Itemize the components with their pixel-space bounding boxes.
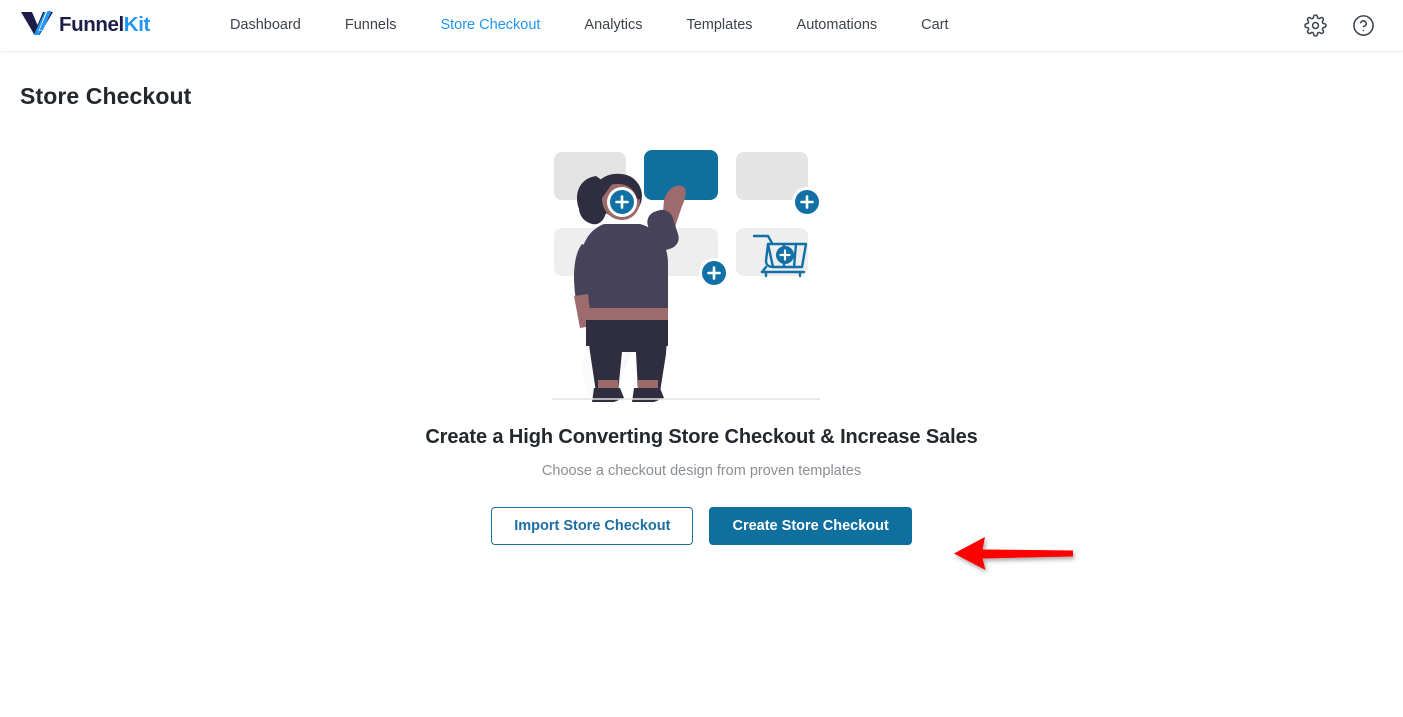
brand-name-funnel: Funnel bbox=[59, 13, 124, 37]
funnelkit-logo[interactable]: FunnelKit bbox=[20, 10, 150, 41]
header-actions bbox=[1303, 14, 1385, 38]
gear-icon[interactable] bbox=[1303, 14, 1327, 38]
empty-state-subtext: Choose a checkout design from proven tem… bbox=[541, 463, 862, 479]
nav-item-automations[interactable]: Automations bbox=[775, 9, 900, 42]
help-circle-icon[interactable] bbox=[1351, 14, 1375, 38]
nav-item-store-checkout[interactable]: Store Checkout bbox=[418, 9, 562, 42]
brand-name-kit: Kit bbox=[123, 13, 151, 37]
import-store-checkout-button[interactable]: Import Store Checkout bbox=[491, 507, 694, 545]
empty-state-actions: Import Store Checkout Create Store Check… bbox=[491, 507, 912, 545]
nav-item-analytics[interactable]: Analytics bbox=[562, 9, 664, 42]
nav-item-cart[interactable]: Cart bbox=[899, 9, 970, 42]
funnelkit-v-logo-icon bbox=[20, 10, 54, 41]
woman-arranging-checkout-blocks-illustration bbox=[551, 140, 852, 402]
top-navigation-bar: FunnelKit Dashboard Funnels Store Checko… bbox=[0, 0, 1403, 52]
store-checkout-empty-state: Create a High Converting Store Checkout … bbox=[0, 140, 1403, 545]
brand-wordmark: FunnelKit bbox=[59, 15, 150, 36]
create-store-checkout-button[interactable]: Create Store Checkout bbox=[709, 507, 912, 545]
primary-nav: Dashboard Funnels Store Checkout Analyti… bbox=[208, 9, 1303, 42]
nav-item-funnels[interactable]: Funnels bbox=[323, 9, 419, 42]
page-title: Store Checkout bbox=[20, 83, 192, 109]
nav-item-templates[interactable]: Templates bbox=[664, 9, 774, 42]
empty-state-headline: Create a High Converting Store Checkout … bbox=[425, 426, 978, 448]
nav-item-dashboard[interactable]: Dashboard bbox=[208, 9, 323, 42]
